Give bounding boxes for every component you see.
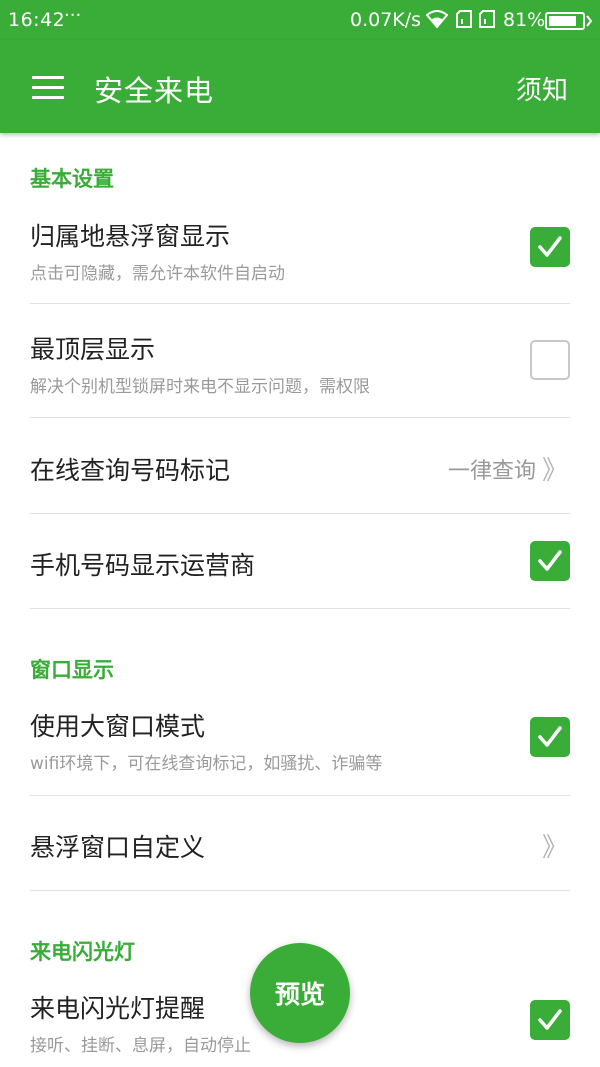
chevron-right-icon: 》 (541, 456, 568, 486)
setting-row-top-layer[interactable]: 最顶层显示 解决个别机型锁屏时来电不显示问题，需权限 (0, 318, 600, 417)
divider (30, 303, 570, 304)
chevron-right-icon: 》 (541, 833, 568, 863)
divider (30, 608, 570, 609)
check-icon (538, 236, 562, 257)
check-icon (538, 726, 562, 747)
setting-label: 手机号码显示运营商 (30, 551, 256, 580)
setting-subtitle: 点击可隐藏，需允许本软件自启动 (30, 264, 285, 284)
setting-row-location-float[interactable]: 归属地悬浮窗显示 点击可隐藏，需允许本软件自启动 (0, 205, 600, 303)
checkbox-checked[interactable] (530, 227, 570, 267)
check-icon (538, 550, 562, 571)
app-bar: 安全来电 须知 (0, 40, 600, 133)
setting-row-online-query[interactable]: 在线查询号码标记 一律查询 》 (0, 418, 600, 513)
status-bar: 16:42 ··· 0.07K/s 81% (0, 0, 600, 40)
check-icon (538, 1009, 562, 1030)
setting-label: 在线查询号码标记 (30, 456, 231, 485)
checkbox-checked[interactable] (530, 717, 570, 757)
hamburger-menu-icon[interactable] (32, 76, 64, 99)
checkbox-unchecked[interactable] (530, 340, 570, 380)
setting-label: 悬浮窗口自定义 (30, 833, 206, 862)
sim-icon (456, 10, 472, 33)
divider (30, 890, 570, 891)
status-overflow: ··· (64, 5, 82, 26)
setting-row-carrier[interactable]: 手机号码显示运营商 (0, 514, 600, 608)
setting-label: 最顶层显示 (30, 335, 156, 364)
section-header-flash: 来电闪光灯 (30, 940, 135, 964)
wifi-icon (425, 10, 449, 33)
setting-label: 来电闪光灯提醒 (30, 994, 206, 1023)
setting-label: 归属地悬浮窗显示 (30, 222, 231, 251)
preview-button[interactable]: 预览 (250, 943, 350, 1043)
battery-icon (545, 12, 593, 35)
setting-row-large-window[interactable]: 使用大窗口模式 wifi环境下，可在线查询标记，如骚扰、诈骗等 (0, 695, 600, 795)
setting-subtitle: 解决个别机型锁屏时来电不显示问题，需权限 (30, 377, 370, 397)
sim-icon (479, 10, 495, 33)
notice-button[interactable]: 须知 (516, 70, 568, 107)
setting-subtitle: 接听、挂断、息屏，自动停止 (30, 1036, 251, 1056)
page-title: 安全来电 (94, 74, 215, 108)
setting-row-window-custom[interactable]: 悬浮窗口自定义 》 (0, 796, 600, 890)
status-battery-pct: 81% (503, 9, 546, 31)
checkbox-checked[interactable] (530, 1000, 570, 1040)
status-time: 16:42 (8, 9, 66, 31)
setting-label: 使用大窗口模式 (30, 712, 206, 741)
section-header-basic: 基本设置 (30, 167, 114, 191)
section-header-window: 窗口显示 (30, 658, 114, 682)
setting-value: 一律查询 (447, 459, 536, 484)
checkbox-checked[interactable] (530, 541, 570, 581)
setting-subtitle: wifi环境下，可在线查询标记，如骚扰、诈骗等 (30, 754, 383, 774)
status-net-speed: 0.07K/s (350, 9, 422, 31)
